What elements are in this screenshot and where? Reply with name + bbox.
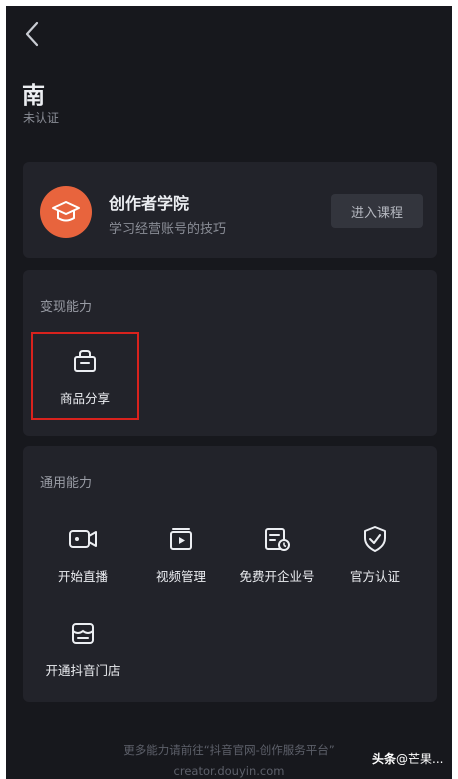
feature-start-live[interactable]: 开始直播 <box>35 514 131 594</box>
watermark-brand: 头条 <box>372 752 397 766</box>
feature-label: 视频管理 <box>155 569 206 584</box>
feature-open-store[interactable]: 开通抖音门店 <box>35 608 131 688</box>
feature-video-manage[interactable]: 视频管理 <box>133 514 229 594</box>
verification-status: 未认证 <box>23 111 60 125</box>
store-icon <box>66 616 100 650</box>
shopping-bag-icon <box>68 344 102 378</box>
academy-subtitle: 学习经营账号的技巧 <box>109 222 227 237</box>
video-camera-icon <box>66 522 100 556</box>
watermark-handle: @芒果... <box>396 752 444 766</box>
feature-product-share[interactable]: 商品分享 <box>37 336 133 416</box>
feature-label: 官方认证 <box>349 569 400 584</box>
video-folder-icon <box>164 522 198 556</box>
feature-label: 商品分享 <box>59 391 110 406</box>
chevron-left-icon <box>25 21 39 47</box>
monetization-section: 变现能力 商品分享 <box>23 270 437 436</box>
creator-academy-card[interactable]: 创作者学院 学习经营账号的技巧 进入课程 <box>23 162 437 258</box>
graduation-cap-icon <box>52 201 80 222</box>
feature-official-verify[interactable]: 官方认证 <box>327 514 423 594</box>
section-title: 变现能力 <box>40 300 93 315</box>
user-name: 南 <box>22 83 45 109</box>
section-title: 通用能力 <box>40 476 93 491</box>
general-capabilities-section: 通用能力 开始直播 视频管理 免费开企业号 官方认证 开通抖音门店 <box>23 446 437 702</box>
feature-label: 开始直播 <box>57 569 108 584</box>
enterprise-doc-icon <box>260 522 294 556</box>
enter-course-button[interactable]: 进入课程 <box>331 194 423 228</box>
academy-avatar <box>40 186 92 238</box>
back-button[interactable] <box>18 18 46 50</box>
watermark: 头条@芒果... <box>372 750 443 767</box>
academy-title: 创作者学院 <box>109 194 190 213</box>
verified-shield-icon <box>358 522 392 556</box>
feature-label: 免费开企业号 <box>239 569 315 584</box>
feature-label: 开通抖音门店 <box>45 663 121 678</box>
app-screen: 南 未认证 创作者学院 学习经营账号的技巧 进入课程 变现能力 商品分享 通用能… <box>6 6 452 779</box>
feature-enterprise-account[interactable]: 免费开企业号 <box>229 514 325 594</box>
